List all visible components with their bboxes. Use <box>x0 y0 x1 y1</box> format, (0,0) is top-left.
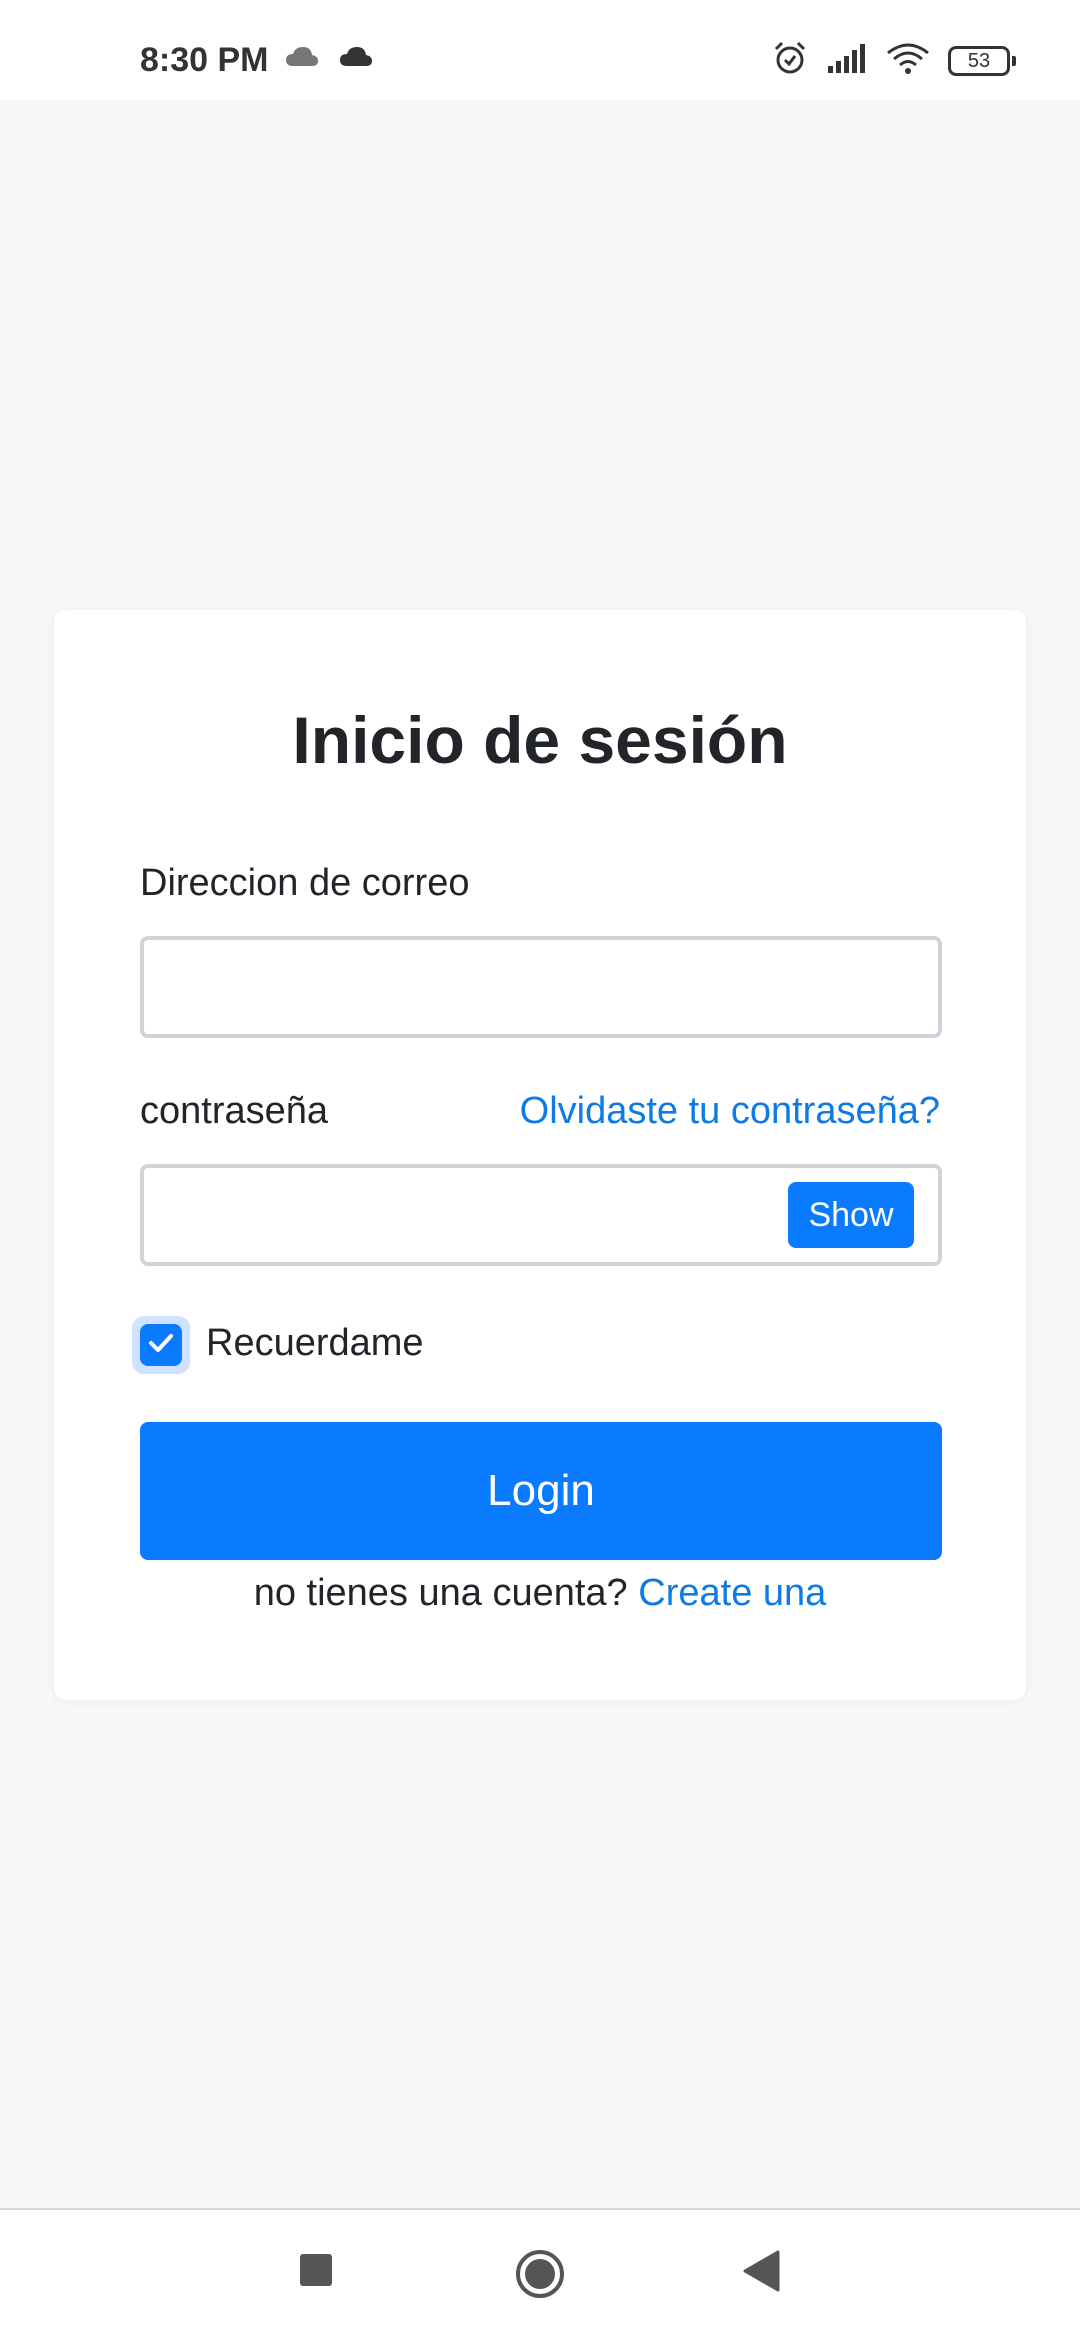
no-account-text: no tienes una cuenta? <box>253 1572 628 1614</box>
show-password-button[interactable]: Show <box>788 1182 914 1248</box>
circle-home-icon[interactable] <box>514 2248 566 2305</box>
cloud-icon <box>285 44 319 73</box>
status-left-icons <box>285 44 373 73</box>
square-recents-icon[interactable] <box>298 2252 334 2293</box>
status-time: 8:30 PM <box>140 41 269 79</box>
checkbox-box <box>140 1324 182 1366</box>
signup-prompt: no tienes una cuenta? Create una <box>54 1570 1026 1616</box>
create-account-link[interactable]: Create una <box>638 1572 826 1614</box>
forgot-password-link[interactable]: Olvidaste tu contraseña? <box>520 1088 940 1134</box>
wifi-icon <box>886 41 930 80</box>
login-card: Inicio de sesión Direccion de correo con… <box>54 610 1026 1700</box>
signal-icon <box>826 42 868 79</box>
system-nav-bar <box>0 2208 1080 2342</box>
remember-label: Recuerdame <box>206 1322 424 1364</box>
email-field[interactable] <box>140 936 942 1038</box>
battery-icon: 53 <box>948 45 1016 76</box>
page-title: Inicio de sesión <box>292 703 788 777</box>
remember-checkbox[interactable] <box>132 1316 190 1374</box>
cloud-icon <box>339 44 373 73</box>
status-right-icons: 53 <box>772 40 1016 81</box>
status-bar: 8:30 PM 53 <box>0 0 1080 100</box>
email-label: Direccion de correo <box>140 862 470 904</box>
triangle-back-icon[interactable] <box>742 2250 780 2297</box>
password-label: contraseña <box>140 1090 329 1132</box>
alarm-icon <box>772 40 808 81</box>
check-icon <box>148 1332 174 1359</box>
login-button[interactable]: Login <box>140 1422 942 1560</box>
